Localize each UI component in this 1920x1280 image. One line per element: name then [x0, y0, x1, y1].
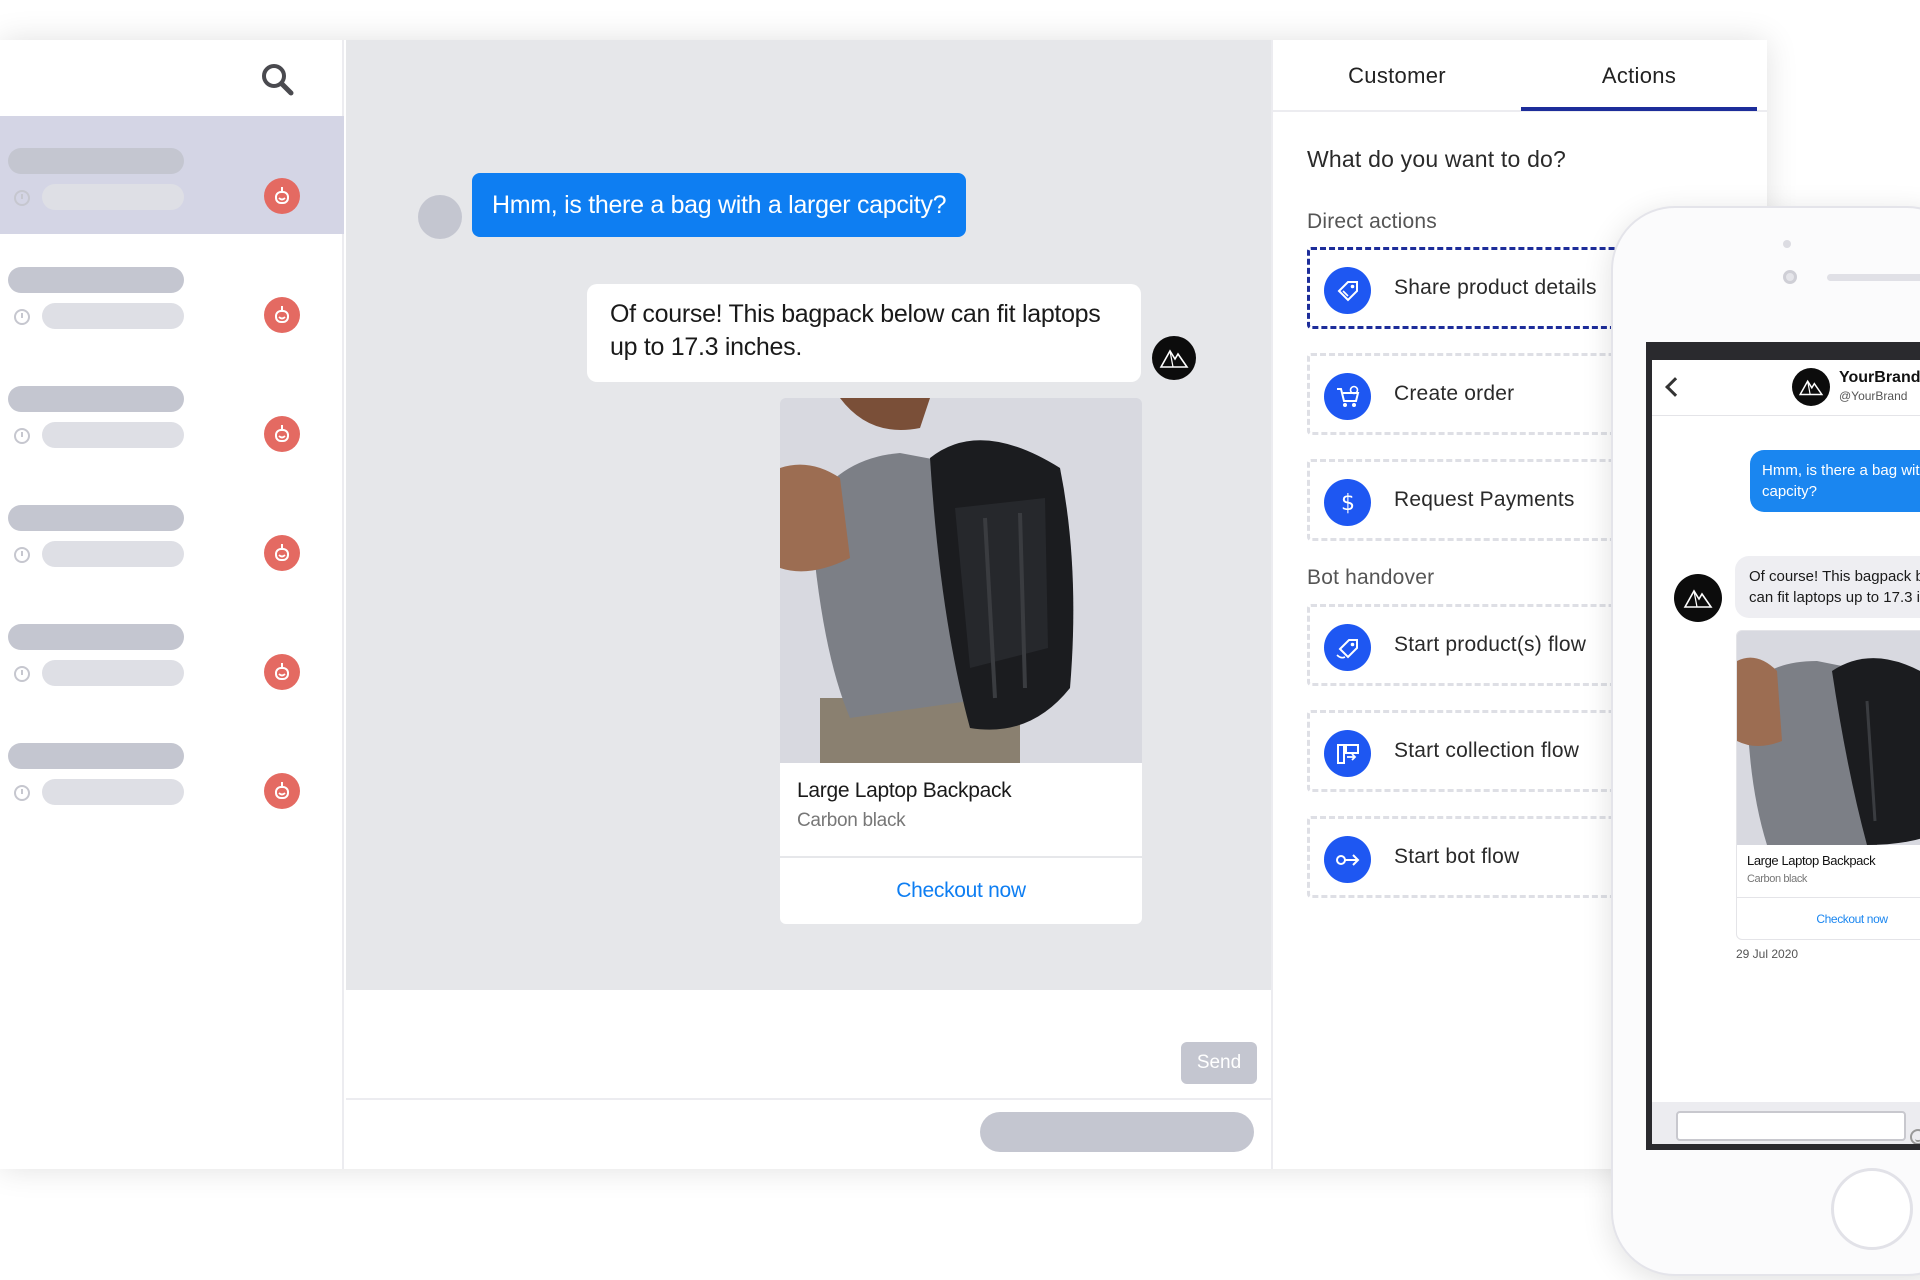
placeholder-preview: [42, 184, 184, 210]
phone-mockup: YourBrand @YourBrand Hmm, is there a bag…: [1611, 206, 1920, 1276]
conversation-item[interactable]: [0, 473, 344, 591]
card-divider: [1737, 897, 1920, 898]
customer-avatar: [418, 195, 462, 239]
chat-thread: Hmm, is there a bag with a larger capcit…: [346, 40, 1271, 990]
placeholder-bar: [980, 1112, 1254, 1152]
back-icon[interactable]: [1665, 377, 1685, 397]
phone-chat-header: YourBrand @YourBrand: [1652, 360, 1920, 416]
tab-customer[interactable]: Customer: [1273, 40, 1521, 112]
action-label: Start product(s) flow: [1394, 633, 1587, 656]
section-bot-handover: Bot handover: [1307, 566, 1435, 589]
phone-bot-message: Of course! This bagpack below can fit la…: [1735, 556, 1920, 618]
clock-icon: [14, 785, 30, 801]
action-label: Start bot flow: [1394, 845, 1520, 868]
action-label: Create order: [1394, 382, 1515, 405]
active-tab-indicator: [1521, 107, 1757, 111]
customer-message: Hmm, is there a bag with a larger capcit…: [472, 173, 967, 237]
brand-name: YourBrand: [1839, 369, 1920, 386]
clock-icon: [14, 190, 30, 206]
bot-icon: [264, 178, 300, 214]
cart-icon: [1324, 373, 1371, 420]
message-date: 29 Jul 2020: [1736, 947, 1799, 961]
product-variant: Carbon black: [797, 810, 906, 831]
placeholder-preview: [42, 422, 184, 448]
product-name: Large Laptop Backpack: [797, 779, 1012, 802]
placeholder-name: [8, 624, 184, 650]
conversation-item[interactable]: [0, 592, 344, 710]
action-label: Start collection flow: [1394, 739, 1580, 762]
composer-divider: [346, 1098, 1271, 1100]
placeholder-name: [8, 505, 184, 531]
placeholder-preview: [42, 660, 184, 686]
dollar-icon: $: [1324, 479, 1371, 526]
panel-question: What do you want to do?: [1307, 146, 1567, 172]
clock-icon: [14, 428, 30, 444]
share-product-icon: [1324, 267, 1371, 314]
bot-icon: [264, 416, 300, 452]
section-direct-actions: Direct actions: [1307, 210, 1438, 233]
panel-tabs: Customer Actions: [1273, 40, 1767, 112]
product-image: [1737, 631, 1920, 845]
placeholder-name: [8, 386, 184, 412]
phone-screen: YourBrand @YourBrand Hmm, is there a bag…: [1646, 342, 1920, 1150]
send-button[interactable]: Send: [1181, 1042, 1257, 1084]
placeholder-name: [8, 148, 184, 174]
clock-icon: [14, 666, 30, 682]
bot-icon: [264, 297, 300, 333]
product-variant: Carbon black: [1747, 873, 1808, 885]
placeholder-preview: [42, 303, 184, 329]
bot-icon: [264, 535, 300, 571]
placeholder-name: [8, 267, 184, 293]
arrow-flow-icon: [1324, 836, 1371, 883]
search-icon[interactable]: [260, 62, 294, 96]
bot-icon: [264, 654, 300, 690]
conversation-list: [0, 40, 344, 1169]
bot-message: Of course! This bagpack below can fit la…: [587, 284, 1141, 382]
phone-product-card: Large Laptop Backpack Carbon black Check…: [1736, 630, 1920, 940]
action-label: Request Payments: [1394, 488, 1575, 511]
phone-input-bar: [1652, 1102, 1920, 1144]
phone-customer-message: Hmm, is there a bag with a larger capcit…: [1750, 450, 1920, 512]
tab-actions[interactable]: Actions: [1521, 40, 1757, 112]
phone-message-input[interactable]: [1676, 1111, 1920, 1144]
tag-flow-icon: [1324, 624, 1371, 671]
conversation-item[interactable]: [0, 235, 344, 353]
home-button[interactable]: [1831, 1168, 1913, 1250]
action-label: Share product details: [1394, 276, 1597, 299]
collection-flow-icon: [1324, 730, 1371, 777]
agent-console-window: Hmm, is there a bag with a larger capcit…: [0, 40, 1767, 1169]
brand-logo-icon: [1674, 574, 1722, 622]
checkout-button[interactable]: Checkout now: [1737, 899, 1920, 939]
clock-icon: [14, 309, 30, 325]
phone-speaker: [1827, 274, 1920, 281]
placeholder-preview: [42, 541, 184, 567]
status-bar: [1652, 348, 1920, 360]
bot-icon: [264, 773, 300, 809]
conversation-item[interactable]: [0, 711, 344, 829]
phone-camera: [1783, 240, 1791, 248]
conversation-item[interactable]: [0, 116, 344, 234]
clock-icon: [14, 547, 30, 563]
checkout-button[interactable]: Checkout now: [780, 858, 1142, 924]
brand-logo-icon: [1792, 368, 1830, 406]
conversation-item[interactable]: [0, 354, 344, 472]
placeholder-preview: [42, 779, 184, 805]
placeholder-name: [8, 743, 184, 769]
message-composer[interactable]: Send: [346, 990, 1271, 1169]
brand-handle: @YourBrand: [1839, 389, 1908, 403]
product-image: [780, 398, 1142, 763]
phone-sensor: [1783, 270, 1797, 284]
svg-text:$: $: [1341, 491, 1355, 516]
brand-logo-icon: [1152, 336, 1196, 380]
product-card: Large Laptop Backpack Carbon black Check…: [780, 398, 1142, 924]
product-name: Large Laptop Backpack: [1747, 853, 1876, 868]
emoji-icon[interactable]: [1910, 1129, 1920, 1144]
